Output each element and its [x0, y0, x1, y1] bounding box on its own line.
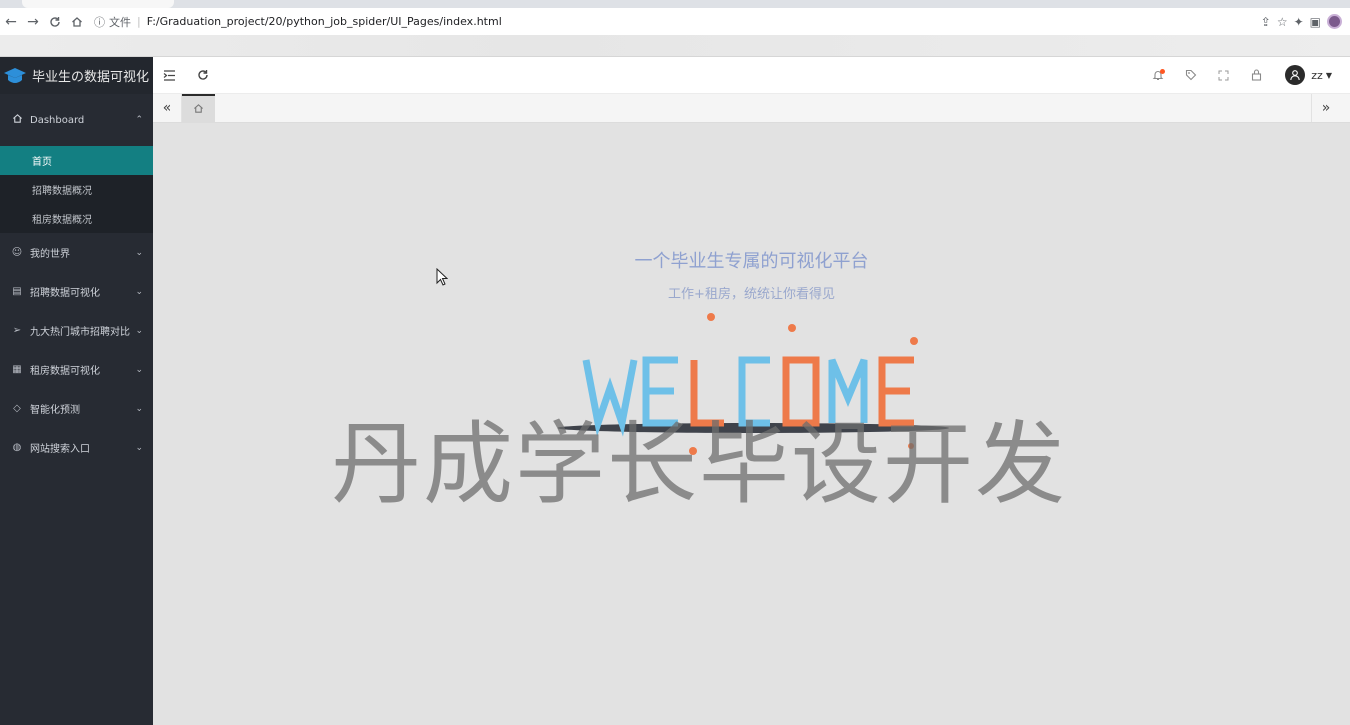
chevron-up-icon: ⌃: [135, 115, 143, 125]
reload-icon[interactable]: [44, 11, 66, 33]
decor-dot: [707, 313, 715, 321]
sidebar-subitem-home[interactable]: 首页: [0, 146, 153, 175]
sidebar-item-label: 租房数据可视化: [30, 366, 100, 377]
sidebar-item-rent-visual[interactable]: ▦ 租房数据可视化 ⌄: [0, 350, 153, 389]
tab-home[interactable]: [182, 94, 215, 122]
menu-collapse-icon[interactable]: [153, 57, 186, 94]
home-icon: [10, 113, 24, 127]
welcome-title: 一个毕业生专属的可视化平台: [634, 251, 869, 272]
bookmark-star-icon[interactable]: ☆: [1277, 15, 1288, 29]
lock-icon[interactable]: [1240, 57, 1273, 94]
sidebar-subitem-label: 首页: [32, 157, 52, 168]
chevron-down-icon: ⌄: [135, 247, 143, 258]
tag-icon[interactable]: [1174, 57, 1207, 94]
fullscreen-icon[interactable]: [1207, 57, 1240, 94]
info-icon[interactable]: ⓘ: [94, 14, 105, 30]
browser-tabstrip: [0, 0, 1350, 8]
home-icon: [194, 103, 203, 113]
sidebar-subitem-label: 租房数据概况: [32, 215, 92, 226]
sidebar-subitem-label: 招聘数据概况: [32, 186, 92, 197]
table-icon: ▦: [12, 364, 22, 375]
calendar-icon: ▤: [12, 286, 22, 297]
forward-icon[interactable]: →: [22, 11, 44, 33]
diamond-icon: ◇: [13, 403, 21, 414]
sidebar-item-label: 智能化预测: [30, 405, 80, 416]
sidebar-item-city-compare[interactable]: ➢ 九大热门城市招聘对比 ⌄: [0, 311, 153, 350]
sidebar-item-site-search[interactable]: ◍ 网站搜索入口 ⌄: [0, 428, 153, 467]
user-menu[interactable]: zz ▼: [1273, 57, 1350, 94]
tabs-scroll-left-icon[interactable]: «: [153, 94, 182, 122]
extensions-icon[interactable]: ✦: [1294, 15, 1304, 29]
decor-dot: [910, 337, 918, 345]
watermark-text: 丹成学长毕设开发: [331, 412, 1067, 517]
sidebar-item-dashboard[interactable]: Dashboard ⌃: [0, 94, 153, 146]
refresh-icon[interactable]: [186, 57, 219, 94]
bookmarks-bar: [0, 35, 1350, 57]
app-title: 毕业生の数据可视化: [32, 70, 150, 85]
sidebar-item-my-world[interactable]: ☺ 我的世界 ⌄: [0, 233, 153, 272]
main-content: 一个毕业生专属的可视化平台 工作+租房，统统让你看得见 丹成学长毕设开发: [153, 123, 1350, 725]
home-icon[interactable]: [66, 11, 88, 33]
chevron-down-icon: ⌄: [135, 364, 143, 375]
decor-dot: [788, 324, 796, 332]
side-panel-icon[interactable]: ▣: [1310, 15, 1321, 29]
sidebar-item-label: 网站搜索入口: [30, 444, 90, 455]
notification-dot: [1160, 68, 1166, 74]
globe-icon: ◍: [12, 442, 22, 453]
sidebar-item-prediction[interactable]: ◇ 智能化预测 ⌄: [0, 389, 153, 428]
sidebar-item-label: Dashboard: [30, 114, 85, 126]
username: zz: [1311, 68, 1323, 82]
sidebar-item-label: 九大热门城市招聘对比: [30, 327, 130, 338]
sidebar-subitem-rent-overview[interactable]: 租房数据概况: [0, 204, 153, 233]
share-icon[interactable]: ⇪: [1261, 15, 1271, 29]
graduation-cap-icon: [2, 66, 28, 86]
sidebar-item-recruit-visual[interactable]: ▤ 招聘数据可视化 ⌄: [0, 272, 153, 311]
welcome-subtitle: 工作+租房，统统让你看得见: [668, 287, 835, 302]
mouse-cursor-icon: [436, 268, 448, 286]
caret-down-icon: ▼: [1325, 70, 1332, 80]
smile-icon: ☺: [11, 247, 23, 258]
sidebar-item-label: 招聘数据可视化: [30, 288, 100, 299]
dashboard-submenu: 首页 招聘数据概况 租房数据概况: [0, 146, 153, 233]
chevron-down-icon: ⌄: [135, 403, 143, 414]
notification-bell-icon[interactable]: [1141, 57, 1174, 94]
address-separator: |: [137, 15, 141, 28]
sidebar: 毕业生の数据可视化 Dashboard ⌃ 首页 招聘数据概况 租房数据概况 ☺…: [0, 57, 153, 725]
sidebar-subitem-recruit-overview[interactable]: 招聘数据概况: [0, 175, 153, 204]
address-scheme: 文件: [109, 15, 131, 29]
app-logo[interactable]: 毕业生の数据可视化: [0, 57, 153, 94]
top-header: zz ▼: [153, 57, 1350, 94]
profile-avatar[interactable]: [1327, 14, 1342, 29]
chevron-down-icon: ⌄: [135, 325, 143, 336]
back-icon[interactable]: ←: [0, 11, 22, 33]
chevron-down-icon: ⌄: [135, 442, 143, 453]
address-url: F:/Graduation_project/20/python_job_spid…: [146, 15, 502, 28]
chevron-down-icon: ⌄: [135, 286, 143, 297]
address-bar[interactable]: ⓘ 文件 | F:/Graduation_project/20/python_j…: [94, 11, 1261, 33]
tabs-scroll-right-icon[interactable]: »: [1311, 94, 1340, 122]
user-avatar-icon: [1285, 65, 1306, 85]
sidebar-item-label: 我的世界: [30, 249, 70, 260]
browser-tab[interactable]: [22, 0, 174, 8]
browser-toolbar: ← → ⓘ 文件 | F:/Graduation_project/20/pyth…: [0, 8, 1350, 35]
page-tab-bar: « »: [153, 94, 1350, 123]
send-icon: ➢: [12, 325, 22, 336]
